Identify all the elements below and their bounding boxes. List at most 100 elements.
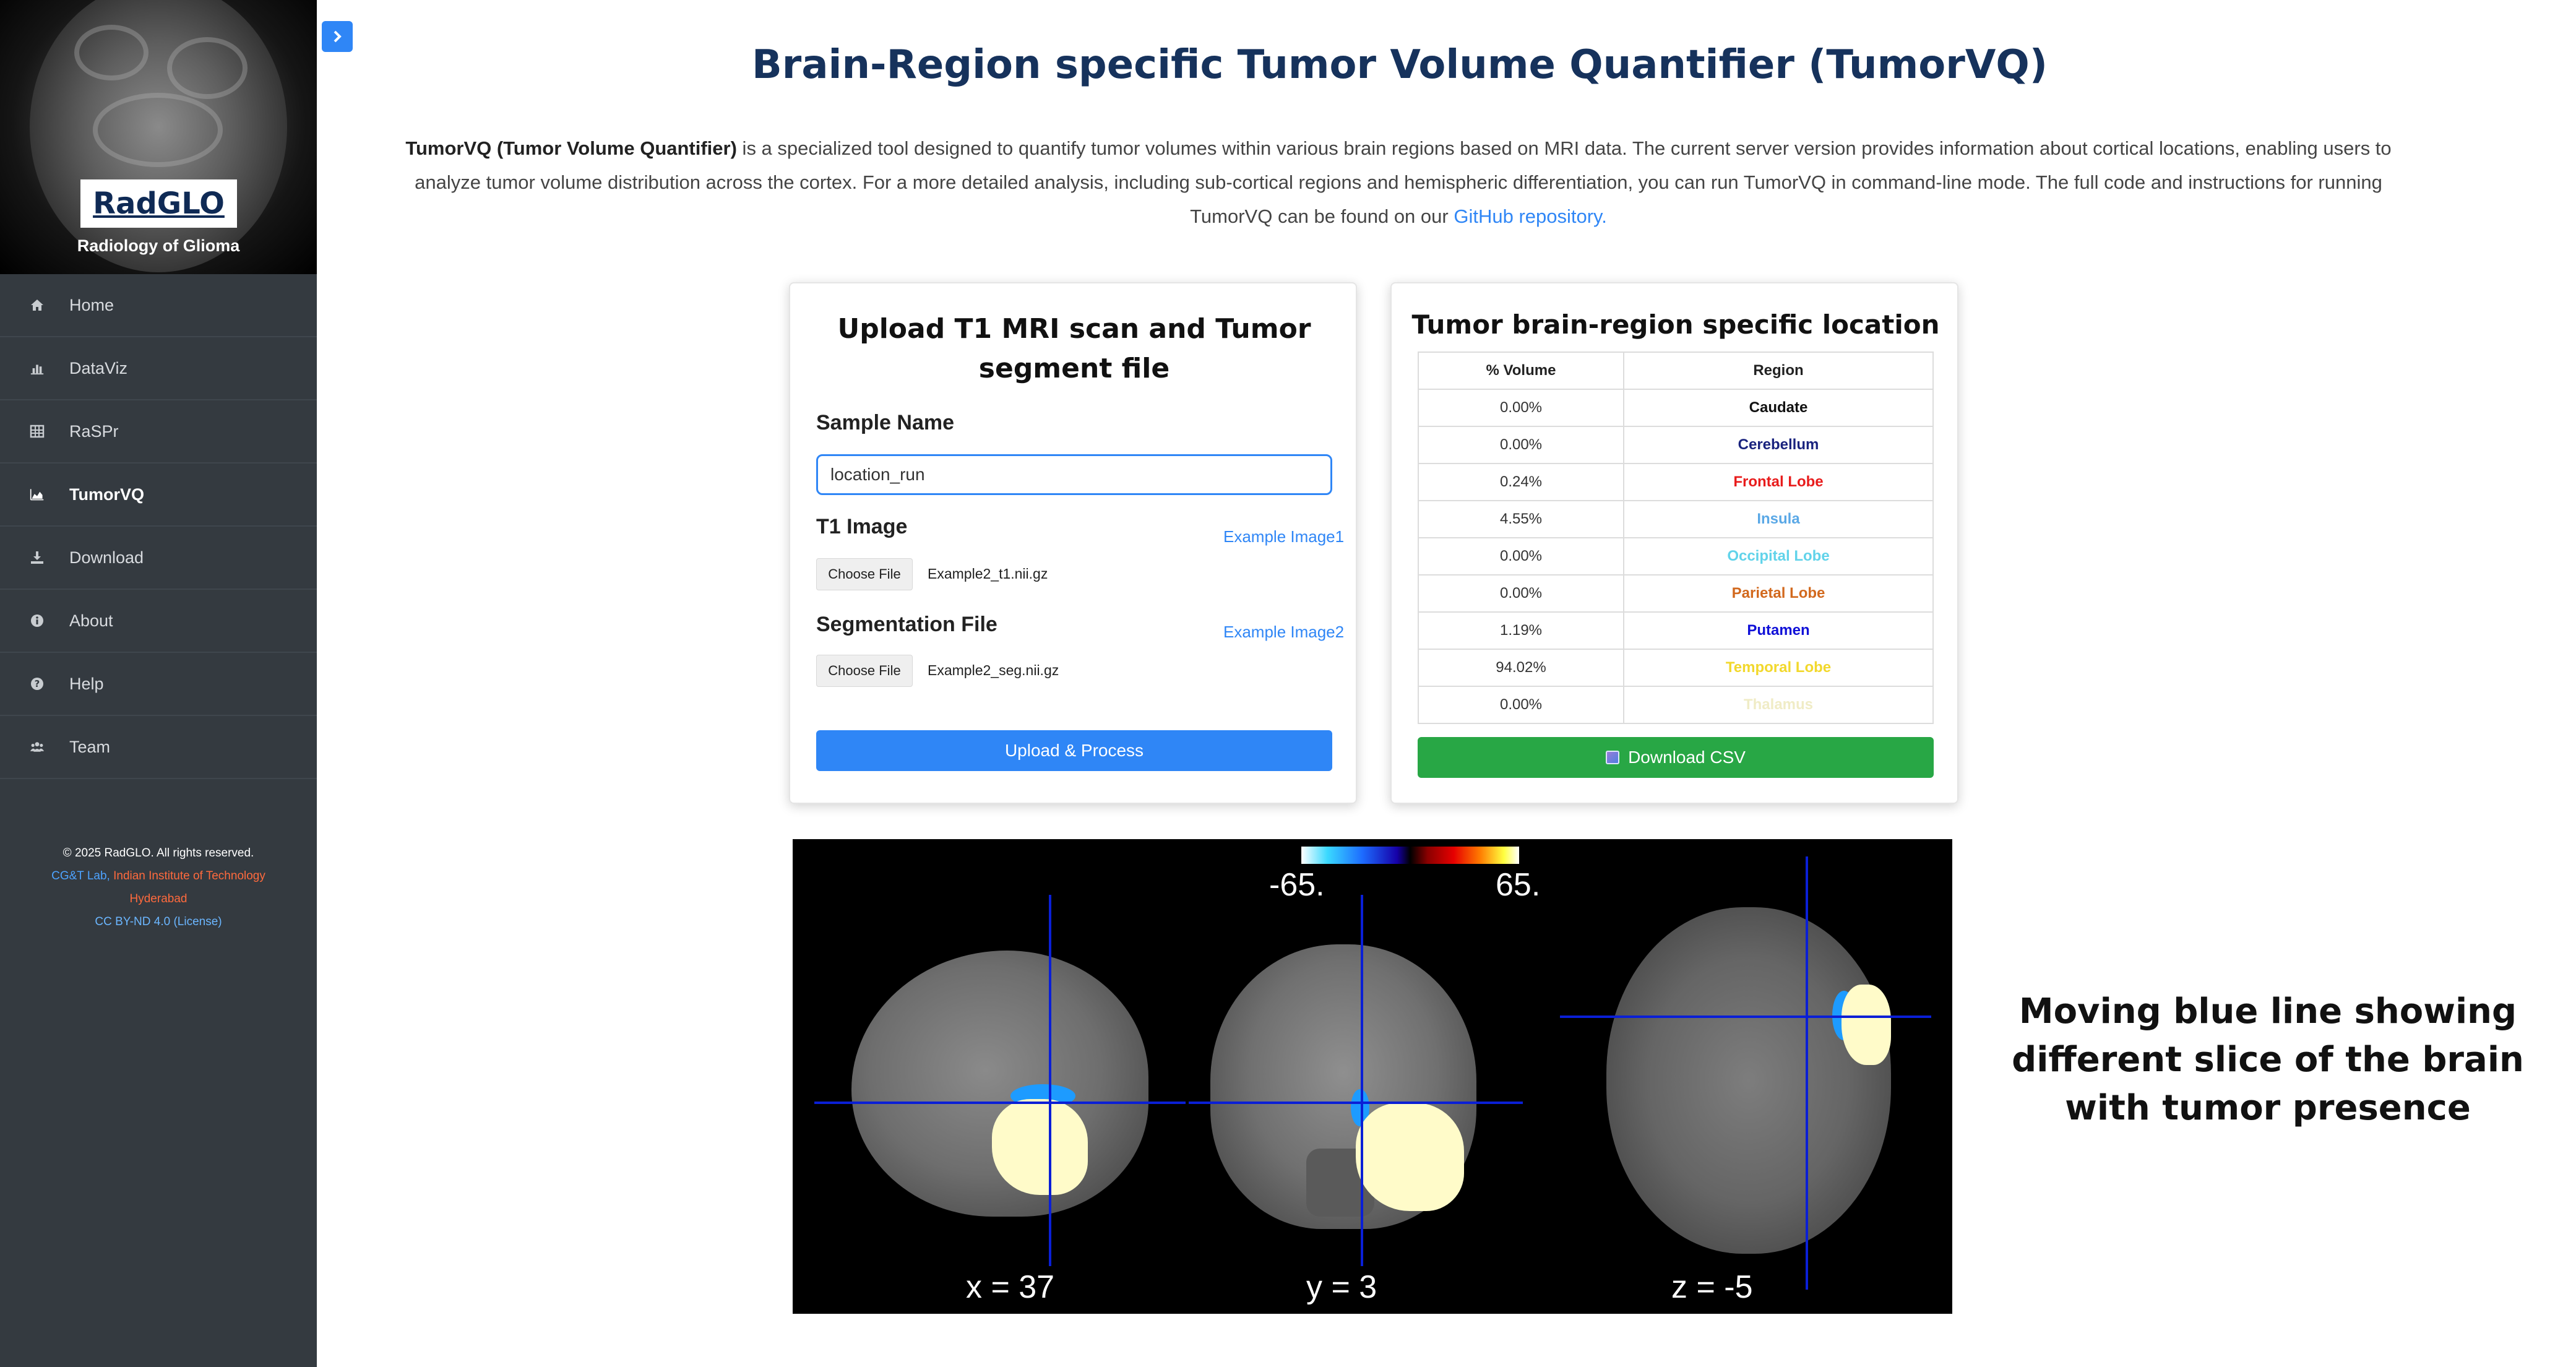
region-card-title: Tumor brain-region specific location <box>1411 309 1940 340</box>
example-image1-link[interactable]: Example Image1 <box>1223 527 1344 546</box>
question-icon: ? <box>30 676 45 691</box>
file-icon <box>1606 751 1620 764</box>
t1-image-label: T1 Image <box>816 515 908 538</box>
sidebar-item-about[interactable]: About <box>0 590 317 653</box>
sidebar-item-label: RaSPr <box>69 421 119 441</box>
brain-fold-shape <box>74 25 149 80</box>
chevron-right-icon <box>334 30 342 43</box>
table-row: 0.00% Caudate <box>1418 389 1934 427</box>
axial-slice: z = -5 <box>1560 839 1952 1314</box>
table-row: 0.00% Thalamus <box>1418 686 1934 724</box>
upload-process-button[interactable]: Upload & Process <box>816 730 1332 771</box>
mri-slice-viewer: -65. 65. x = 37 y = 3 z = -5 <box>793 839 1952 1314</box>
sidebar: RadGLO Radiology of Glioma Home DataViz <box>0 0 317 1367</box>
region-results-card: Tumor brain-region specific location % V… <box>1390 282 1958 804</box>
region-cell: Insula <box>1623 500 1934 538</box>
segmentation-file-label: Segmentation File <box>816 613 997 636</box>
sidebar-item-team[interactable]: Team <box>0 716 317 779</box>
institute-link[interactable]: Indian Institute of Technology <box>113 869 265 882</box>
sidebar-item-help[interactable]: ? Help <box>0 653 317 716</box>
region-cell: Caudate <box>1623 389 1934 427</box>
region-cell: Parietal Lobe <box>1623 574 1934 613</box>
brand-subtitle: Radiology of Glioma <box>77 236 240 255</box>
region-table: % Volume Region 0.00% Caudate 0.00% Cerebel… <box>1418 351 1934 724</box>
volume-cell: 0.00% <box>1418 686 1624 724</box>
volume-cell: 0.00% <box>1418 574 1624 613</box>
tumor-overlay <box>1842 985 1891 1065</box>
volume-cell: 4.55% <box>1418 500 1624 538</box>
slice-coordinate-y: y = 3 <box>1306 1269 1377 1305</box>
intro-tool-name: TumorVQ (Tumor Volume Quantifier) <box>405 137 737 159</box>
seg-file-name: Example2_seg.nii.gz <box>928 662 1059 678</box>
download-csv-label: Download CSV <box>1628 748 1746 767</box>
tumor-overlay <box>992 1099 1088 1195</box>
table-row: 0.00% Cerebellum <box>1418 426 1934 464</box>
table-row: 0.24% Frontal Lobe <box>1418 463 1934 501</box>
column-header-region: Region <box>1623 351 1934 390</box>
copyright-text: © 2025 RadGLO. All rights reserved. <box>62 847 254 860</box>
sidebar-item-download[interactable]: Download <box>0 527 317 590</box>
bar-chart-icon <box>30 361 45 376</box>
grid-icon <box>30 424 45 439</box>
region-cell: Temporal Lobe <box>1623 649 1934 687</box>
table-row: 0.00% Parietal Lobe <box>1418 574 1934 613</box>
slice-coordinate-z: z = -5 <box>1671 1269 1753 1305</box>
download-icon <box>30 550 45 565</box>
table-row: 4.55% Insula <box>1418 500 1934 538</box>
column-header-volume: % Volume <box>1418 351 1624 390</box>
tumorvq-page: RadGLO Radiology of Glioma Home DataViz <box>0 0 2576 1367</box>
download-csv-button[interactable]: Download CSV <box>1418 737 1934 778</box>
upload-card: Upload T1 MRI scan and Tumor segment fil… <box>789 282 1357 804</box>
sidebar-item-label: About <box>69 611 113 630</box>
brain-shape <box>1606 907 1891 1254</box>
sidebar-item-dataviz[interactable]: DataViz <box>0 337 317 400</box>
region-cell: Cerebellum <box>1623 426 1934 464</box>
lab-link[interactable]: CG&T Lab, <box>51 869 110 882</box>
sidebar-item-raspr[interactable]: RaSPr <box>0 400 317 464</box>
sidebar-item-label: Home <box>69 295 114 314</box>
page-title: Brain-Region specific Tumor Volume Quant… <box>751 42 2048 88</box>
brand-logo-image[interactable]: RadGLO Radiology of Glioma <box>0 0 317 274</box>
region-cell: Thalamus <box>1623 686 1934 724</box>
t1-choose-file-button[interactable]: Choose File <box>816 558 913 590</box>
sample-name-input[interactable]: location_run <box>816 454 1332 495</box>
table-row: 94.02% Temporal Lobe <box>1418 649 1934 687</box>
brand-box: RadGLO <box>80 179 237 228</box>
sidebar-item-label: Team <box>69 737 111 756</box>
volume-cell: 0.00% <box>1418 426 1624 464</box>
slice-coordinate-x: x = 37 <box>966 1269 1055 1305</box>
region-cell: Frontal Lobe <box>1623 463 1934 501</box>
sidebar-item-label: DataViz <box>69 358 128 377</box>
crosshair-horizontal <box>1189 1102 1523 1104</box>
volume-cell: 1.19% <box>1418 611 1624 650</box>
sample-name-label: Sample Name <box>816 411 954 434</box>
volume-cell: 0.00% <box>1418 389 1624 427</box>
sidebar-item-label: Help <box>69 674 104 693</box>
seg-choose-file-button[interactable]: Choose File <box>816 655 913 687</box>
brand-name: RadGLO <box>93 186 225 221</box>
sidebar-item-label: Download <box>69 548 144 567</box>
area-chart-icon <box>30 487 45 502</box>
crosshair-horizontal <box>814 1102 1186 1104</box>
coronal-slice: y = 3 <box>1189 839 1560 1314</box>
table-header-row: % Volume Region <box>1418 351 1934 390</box>
github-link[interactable]: GitHub repository. <box>1454 205 1607 227</box>
table-row: 1.19% Putamen <box>1418 611 1934 650</box>
region-cell: Putamen <box>1623 611 1934 650</box>
info-icon <box>30 613 45 628</box>
users-icon <box>30 740 45 754</box>
crosshair-horizontal <box>1560 1016 1931 1018</box>
t1-file-name: Example2_t1.nii.gz <box>928 566 1048 582</box>
svg-text:?: ? <box>35 678 40 689</box>
region-cell: Occipital Lobe <box>1623 537 1934 576</box>
license-link[interactable]: CC BY-ND 4.0 (License) <box>0 910 317 933</box>
example-image2-link[interactable]: Example Image2 <box>1223 623 1344 642</box>
volume-cell: 0.24% <box>1418 463 1624 501</box>
institute-location[interactable]: Hyderabad <box>0 887 317 910</box>
table-row: 0.00% Occipital Lobe <box>1418 537 1934 576</box>
intro-paragraph: TumorVQ (Tumor Volume Quantifier) is a s… <box>387 131 2410 233</box>
crosshair-vertical <box>1049 895 1051 1266</box>
sidebar-item-home[interactable]: Home <box>0 274 317 337</box>
region-table-body: 0.00% Caudate 0.00% Cerebellum 0.24% Frontal … <box>1418 389 1934 724</box>
sidebar-item-tumorvq[interactable]: TumorVQ <box>0 464 317 527</box>
